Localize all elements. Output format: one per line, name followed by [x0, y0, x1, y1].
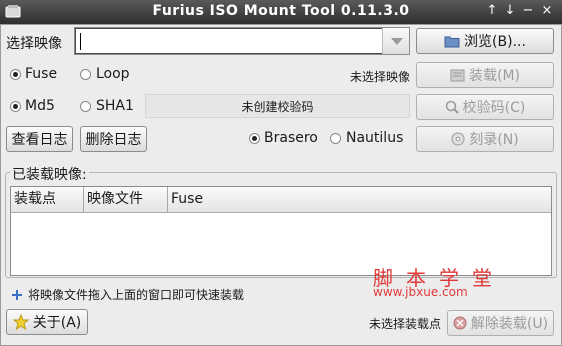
browse-label: 浏览(B)... — [464, 34, 526, 50]
window-title: Furius ISO Mount Tool 0.11.3.0 — [152, 3, 410, 19]
checksum-status: 未创建校验码 — [241, 99, 314, 114]
fuse-radio[interactable] — [10, 69, 21, 80]
md5-label: Md5 — [25, 98, 55, 114]
chevron-down-icon[interactable] — [382, 28, 409, 54]
drag-hint: 将映像文件拖入上面的窗口即可快速装载 — [28, 288, 245, 302]
minimize-icon[interactable]: − — [520, 3, 536, 19]
star-icon — [12, 314, 29, 330]
delete-log-button[interactable]: 删除日志 — [80, 126, 147, 152]
loop-radio[interactable] — [80, 69, 91, 80]
mount-button[interactable]: 装载(M) — [416, 62, 554, 88]
burn-disc-icon — [451, 132, 465, 146]
unmount-button[interactable]: 解除装载(U) — [447, 310, 554, 336]
sha1-label: SHA1 — [96, 98, 134, 114]
fuse-label: Fuse — [25, 66, 58, 82]
column-header-fuse[interactable]: Fuse — [168, 187, 551, 213]
about-button[interactable]: 关于(A) — [6, 309, 88, 335]
loop-label: Loop — [96, 66, 130, 82]
brasero-radio[interactable] — [249, 133, 260, 144]
unmount-icon — [453, 316, 467, 330]
column-header-mountpoint[interactable]: 装载点 — [11, 187, 84, 213]
delete-log-label: 删除日志 — [85, 132, 142, 148]
checksum-icon — [445, 100, 459, 114]
checksum-button[interactable]: 校验码(C) — [416, 94, 554, 120]
title-bar: Furius ISO Mount Tool 0.11.3.0 ↑ ↓ − × — [0, 0, 562, 24]
watermark-url: www.jbxue.com — [373, 285, 468, 299]
move-up-icon[interactable]: ↑ — [484, 3, 500, 19]
folder-icon — [444, 36, 460, 48]
view-log-label: 查看日志 — [11, 132, 68, 148]
unmount-status-text: 未选择装载点 — [369, 317, 442, 331]
about-label: 关于(A) — [32, 315, 82, 331]
plus-icon — [12, 290, 22, 300]
mounted-images-title: 已装载映像: — [10, 164, 89, 184]
close-icon[interactable]: × — [539, 3, 555, 19]
mount-label: 装载(M) — [468, 68, 520, 84]
image-combo[interactable] — [74, 27, 410, 55]
image-path-input[interactable] — [75, 28, 383, 54]
browse-button[interactable]: 浏览(B)... — [416, 28, 554, 54]
md5-radio[interactable] — [10, 101, 21, 112]
nautilus-radio[interactable] — [330, 133, 341, 144]
disk-icon — [450, 69, 465, 81]
sha1-radio[interactable] — [80, 101, 91, 112]
mount-status-text: 未选择映像 — [350, 70, 411, 84]
burn-button[interactable]: 刻录(N) — [416, 126, 554, 152]
burn-label: 刻录(N) — [469, 132, 519, 148]
move-down-icon[interactable]: ↓ — [502, 3, 518, 19]
checksum-button-label: 校验码(C) — [462, 100, 526, 116]
select-image-label: 选择映像 — [6, 36, 62, 52]
unmount-label: 解除装载(U) — [470, 316, 549, 332]
view-log-button[interactable]: 查看日志 — [6, 126, 73, 152]
checksum-progress: 未创建校验码 — [145, 94, 410, 118]
brasero-label: Brasero — [264, 130, 318, 146]
column-header-image-file[interactable]: 映像文件 — [84, 187, 168, 213]
nautilus-label: Nautilus — [346, 130, 404, 146]
